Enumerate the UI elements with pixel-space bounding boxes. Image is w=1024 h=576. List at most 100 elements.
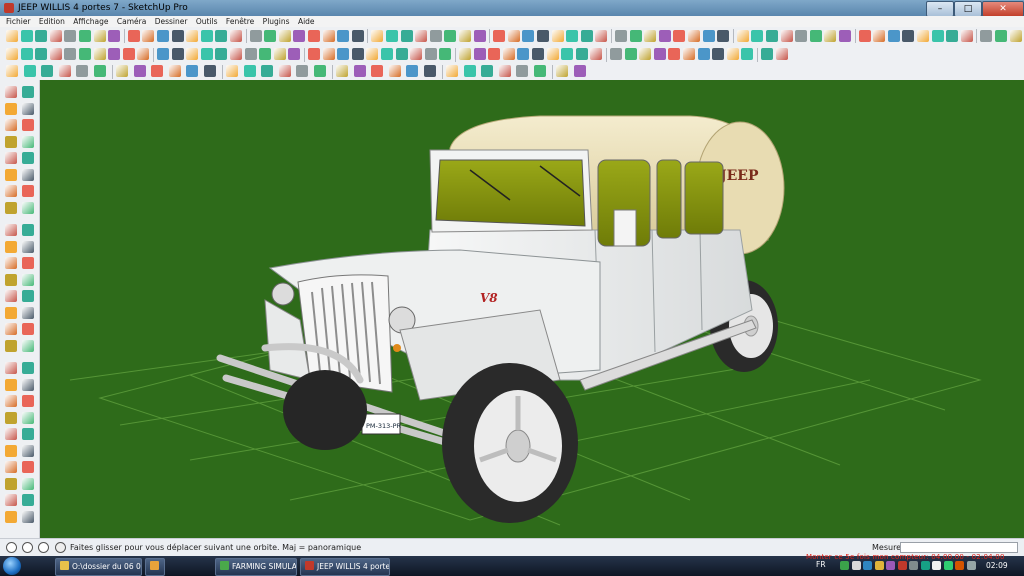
tool-icon[interactable] xyxy=(308,30,320,42)
language-indicator[interactable]: FR xyxy=(816,560,826,569)
tool-icon[interactable] xyxy=(337,30,350,42)
palette-tool-icon[interactable] xyxy=(5,306,17,319)
tool-icon[interactable] xyxy=(546,48,559,60)
tool-icon[interactable] xyxy=(533,65,546,77)
menu-fichier[interactable]: Fichier xyxy=(6,17,31,26)
palette-tool-icon[interactable] xyxy=(22,224,34,236)
tool-icon[interactable] xyxy=(931,30,944,42)
palette-tool-icon[interactable] xyxy=(5,273,17,286)
tool-icon[interactable] xyxy=(322,30,335,42)
tool-icon[interactable] xyxy=(353,65,366,77)
palette-tool-icon[interactable] xyxy=(5,378,17,391)
tool-icon[interactable] xyxy=(371,65,383,77)
palette-tool-icon[interactable] xyxy=(22,240,34,253)
tool-icon[interactable] xyxy=(522,30,535,42)
tool-icon[interactable] xyxy=(76,65,88,77)
palette-tool-icon[interactable] xyxy=(22,185,34,197)
tool-icon[interactable] xyxy=(459,30,471,42)
taskbar-item-explorer[interactable]: O:\dossier du 06 04 2... xyxy=(55,558,142,576)
palette-tool-icon[interactable] xyxy=(22,168,34,181)
tool-icon[interactable] xyxy=(259,48,272,60)
front-left-wheel[interactable] xyxy=(283,370,367,450)
palette-tool-icon[interactable] xyxy=(22,395,34,407)
tool-icon[interactable] xyxy=(20,30,33,42)
taskbar-item-farming-simulator[interactable]: FARMING SIMULAT... xyxy=(215,558,297,576)
clock[interactable]: 02:09 xyxy=(986,561,1008,570)
tray-icon[interactable] xyxy=(851,561,861,570)
palette-tool-icon[interactable] xyxy=(5,510,17,523)
tool-icon[interactable] xyxy=(313,65,326,77)
menu-aide[interactable]: Aide xyxy=(298,17,315,26)
tray-icon[interactable] xyxy=(955,561,964,570)
tool-icon[interactable] xyxy=(610,48,622,60)
tool-icon[interactable] xyxy=(439,48,452,60)
palette-tool-icon[interactable] xyxy=(22,378,34,391)
tool-icon[interactable] xyxy=(556,65,568,77)
tool-icon[interactable] xyxy=(459,48,471,60)
tool-icon[interactable] xyxy=(624,48,637,60)
tool-icon[interactable] xyxy=(200,30,213,42)
palette-tool-icon[interactable] xyxy=(5,224,17,236)
palette-tool-icon[interactable] xyxy=(22,494,34,506)
tool-icon[interactable] xyxy=(171,48,184,60)
tool-icon[interactable] xyxy=(351,48,364,60)
tool-icon[interactable] xyxy=(775,48,788,60)
tool-icon[interactable] xyxy=(736,30,749,42)
tool-icon[interactable] xyxy=(64,30,77,42)
tray-icon[interactable] xyxy=(840,561,849,570)
palette-tool-icon[interactable] xyxy=(22,411,34,424)
tool-icon[interactable] xyxy=(366,48,379,60)
tool-icon[interactable] xyxy=(590,48,603,60)
tool-icon[interactable] xyxy=(49,30,62,42)
tool-icon[interactable] xyxy=(108,30,121,42)
tool-icon[interactable] xyxy=(261,65,273,77)
geolocation-icon[interactable] xyxy=(6,542,17,553)
scene-canvas[interactable]: JEEP V8 PM-313-PR xyxy=(40,80,1024,538)
user-icon[interactable] xyxy=(38,542,49,553)
tool-icon[interactable] xyxy=(49,48,62,60)
tool-icon[interactable] xyxy=(157,30,169,42)
palette-tool-icon[interactable] xyxy=(22,362,34,374)
tool-icon[interactable] xyxy=(717,30,730,42)
tool-icon[interactable] xyxy=(580,30,593,42)
tool-icon[interactable] xyxy=(406,65,418,77)
tool-icon[interactable] xyxy=(137,48,150,60)
credits-icon[interactable] xyxy=(22,542,33,553)
tool-icon[interactable] xyxy=(517,48,530,60)
palette-tool-icon[interactable] xyxy=(5,290,17,302)
palette-tool-icon[interactable] xyxy=(5,461,17,473)
tool-icon[interactable] xyxy=(79,48,91,60)
tool-icon[interactable] xyxy=(168,65,181,77)
palette-tool-icon[interactable] xyxy=(5,240,17,253)
tray-icon[interactable] xyxy=(897,561,907,570)
tool-icon[interactable] xyxy=(186,48,199,60)
tool-icon[interactable] xyxy=(688,30,700,42)
tool-icon[interactable] xyxy=(116,65,128,77)
tool-icon[interactable] xyxy=(446,65,458,77)
tool-icon[interactable] xyxy=(537,30,549,42)
tray-icon[interactable] xyxy=(909,561,918,570)
tool-icon[interactable] xyxy=(58,65,71,77)
tool-icon[interactable] xyxy=(683,48,695,60)
tool-icon[interactable] xyxy=(171,30,184,42)
tool-icon[interactable] xyxy=(488,48,501,60)
tool-icon[interactable] xyxy=(336,65,348,77)
tool-icon[interactable] xyxy=(410,48,423,60)
tool-icon[interactable] xyxy=(35,30,48,42)
tool-icon[interactable] xyxy=(615,30,627,42)
tool-icon[interactable] xyxy=(573,65,586,77)
tool-icon[interactable] xyxy=(23,65,36,77)
maximize-button[interactable]: □ xyxy=(954,1,982,17)
tool-icon[interactable] xyxy=(639,48,652,60)
tool-icon[interactable] xyxy=(960,30,973,42)
palette-tool-icon[interactable] xyxy=(22,290,34,302)
tool-icon[interactable] xyxy=(388,65,401,77)
tool-icon[interactable] xyxy=(6,30,18,42)
tool-icon[interactable] xyxy=(151,65,163,77)
tool-icon[interactable] xyxy=(644,30,657,42)
tool-icon[interactable] xyxy=(226,65,238,77)
palette-tool-icon[interactable] xyxy=(22,257,34,269)
tool-icon[interactable] xyxy=(726,48,739,60)
palette-tool-icon[interactable] xyxy=(5,257,17,269)
tool-icon[interactable] xyxy=(668,48,681,60)
